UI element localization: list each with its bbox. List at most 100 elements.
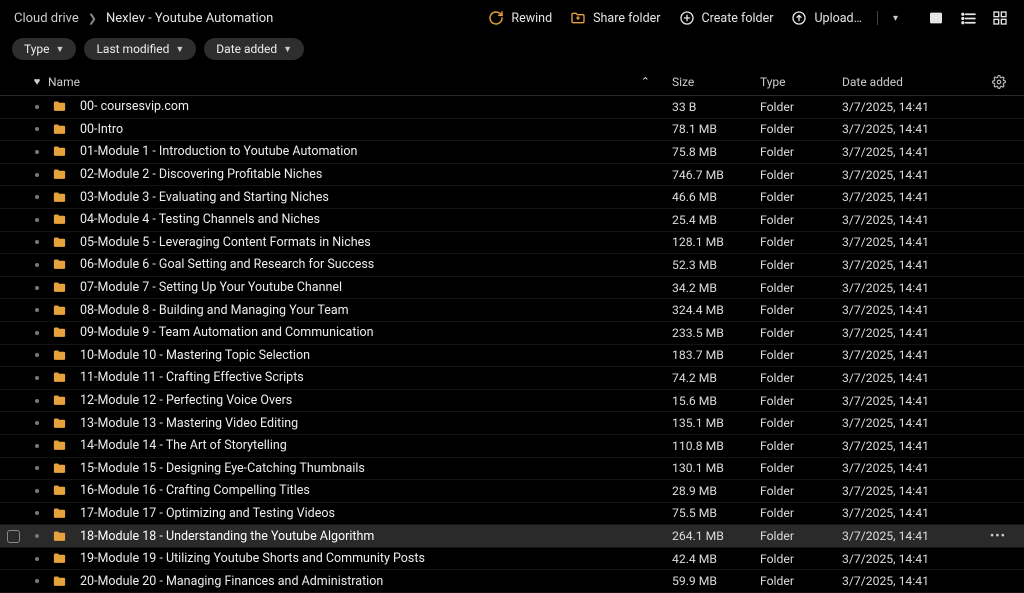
row-size: 34.2 MB	[672, 281, 760, 295]
date-column-header[interactable]: Date added	[842, 75, 990, 89]
favorite-dot[interactable]	[35, 150, 39, 154]
row-name: 13-Module 13 - Mastering Video Editing	[80, 416, 298, 431]
folder-icon	[48, 303, 70, 318]
favorite-dot[interactable]	[35, 421, 39, 425]
favorite-dot[interactable]	[35, 399, 39, 403]
row-name: 00- coursesvip.com	[80, 99, 189, 114]
favorite-dot[interactable]	[35, 286, 39, 290]
favorite-column[interactable]: ♥	[26, 75, 48, 88]
favorite-dot[interactable]	[35, 534, 39, 538]
filter-date-added-chip[interactable]: Date added ▼	[204, 38, 304, 60]
table-row[interactable]: 03-Module 3 - Evaluating and Starting Ni…	[0, 186, 1024, 209]
row-name: 17-Module 17 - Optimizing and Testing Vi…	[80, 506, 335, 521]
table-row[interactable]: 14-Module 14 - The Art of Storytelling11…	[0, 435, 1024, 458]
table-row[interactable]: 04-Module 4 - Testing Channels and Niche…	[0, 209, 1024, 232]
row-date: 3/7/2025, 14:41	[842, 168, 990, 182]
table-row[interactable]: 18-Module 18 - Understanding the Youtube…	[0, 525, 1024, 548]
row-type: Folder	[760, 145, 842, 159]
table-row[interactable]: 11-Module 11 - Crafting Effective Script…	[0, 367, 1024, 390]
favorite-dot[interactable]	[35, 466, 39, 470]
favorite-dot[interactable]	[35, 240, 39, 244]
folder-icon	[48, 212, 70, 227]
table-row[interactable]: 06-Module 6 - Goal Setting and Research …	[0, 254, 1024, 277]
favorite-dot[interactable]	[35, 579, 39, 583]
table-row[interactable]: 05-Module 5 - Leveraging Content Formats…	[0, 232, 1024, 255]
size-column-header[interactable]: Size	[672, 75, 760, 89]
row-date: 3/7/2025, 14:41	[842, 371, 990, 385]
row-name: 02-Module 2 - Discovering Profitable Nic…	[80, 167, 322, 182]
table-row[interactable]: 08-Module 8 - Building and Managing Your…	[0, 299, 1024, 322]
row-name: 06-Module 6 - Goal Setting and Research …	[80, 257, 374, 272]
rewind-button[interactable]: Rewind	[488, 10, 552, 26]
favorite-dot[interactable]	[35, 376, 39, 380]
type-column-header[interactable]: Type	[760, 75, 842, 89]
table-row[interactable]: 09-Module 9 - Team Automation and Commun…	[0, 322, 1024, 345]
heart-icon: ♥	[34, 75, 41, 88]
row-size: 25.4 MB	[672, 213, 760, 227]
row-type: Folder	[760, 303, 842, 317]
favorite-dot[interactable]	[35, 308, 39, 312]
row-name: 20-Module 20 - Managing Finances and Adm…	[80, 574, 383, 589]
table-row[interactable]: 00- coursesvip.com33 BFolder3/7/2025, 14…	[0, 96, 1024, 119]
table-row[interactable]: 15-Module 15 - Designing Eye-Catching Th…	[0, 458, 1024, 481]
favorite-dot[interactable]	[35, 489, 39, 493]
row-name: 01-Module 1 - Introduction to Youtube Au…	[80, 144, 357, 159]
row-name: 03-Module 3 - Evaluating and Starting Ni…	[80, 190, 329, 205]
favorite-dot[interactable]	[35, 195, 39, 199]
settings-column[interactable]	[990, 75, 1006, 89]
row-type: Folder	[760, 484, 842, 498]
filter-last-modified-chip[interactable]: Last modified ▼	[84, 38, 196, 60]
row-date: 3/7/2025, 14:41	[842, 281, 990, 295]
table-row[interactable]: 00-Intro78.1 MBFolder3/7/2025, 14:41	[0, 119, 1024, 142]
breadcrumb-root[interactable]: Cloud drive	[14, 11, 79, 26]
folder-icon	[48, 235, 70, 250]
gallery-view-icon[interactable]	[926, 8, 946, 28]
row-name: 00-Intro	[80, 122, 123, 137]
table-row[interactable]: 07-Module 7 - Setting Up Your Youtube Ch…	[0, 277, 1024, 300]
favorite-dot[interactable]	[35, 173, 39, 177]
upload-icon	[791, 10, 807, 26]
favorite-dot[interactable]	[35, 127, 39, 131]
name-header-label: Name	[48, 75, 80, 89]
filter-type-chip[interactable]: Type ▼	[12, 38, 76, 60]
row-name: 15-Module 15 - Designing Eye-Catching Th…	[80, 461, 365, 476]
folder-icon	[48, 99, 70, 114]
row-checkbox[interactable]	[7, 530, 20, 543]
more-icon[interactable]: •••	[990, 530, 1006, 543]
table-row[interactable]: 20-Module 20 - Managing Finances and Adm…	[0, 570, 1024, 593]
favorite-dot[interactable]	[35, 353, 39, 357]
upload-button[interactable]: Upload… ▾	[791, 10, 898, 26]
grid-view-icon[interactable]	[990, 8, 1010, 28]
favorite-dot[interactable]	[35, 105, 39, 109]
favorite-dot[interactable]	[35, 331, 39, 335]
breadcrumb: Cloud drive ❯ Nexlev - Youtube Automatio…	[14, 11, 488, 26]
table-row[interactable]: 02-Module 2 - Discovering Profitable Nic…	[0, 164, 1024, 187]
create-folder-button[interactable]: Create folder	[679, 10, 774, 26]
favorite-dot[interactable]	[35, 444, 39, 448]
table-row[interactable]: 01-Module 1 - Introduction to Youtube Au…	[0, 141, 1024, 164]
list-view-icon[interactable]	[958, 8, 978, 28]
favorite-dot[interactable]	[35, 263, 39, 267]
row-type: Folder	[760, 281, 842, 295]
row-date: 3/7/2025, 14:41	[842, 303, 990, 317]
breadcrumb-current[interactable]: Nexlev - Youtube Automation	[106, 11, 273, 26]
table-row[interactable]: 17-Module 17 - Optimizing and Testing Vi…	[0, 503, 1024, 526]
table-row[interactable]: 16-Module 16 - Crafting Compelling Title…	[0, 480, 1024, 503]
share-folder-button[interactable]: Share folder	[570, 10, 660, 26]
folder-icon	[48, 483, 70, 498]
folder-icon	[48, 416, 70, 431]
folder-icon	[48, 438, 70, 453]
folder-icon	[48, 461, 70, 476]
row-type: Folder	[760, 100, 842, 114]
favorite-dot[interactable]	[35, 511, 39, 515]
row-type: Folder	[760, 552, 842, 566]
favorite-dot[interactable]	[35, 218, 39, 222]
table-row[interactable]: 12-Module 12 - Perfecting Voice Overs15.…	[0, 390, 1024, 413]
share-folder-label: Share folder	[593, 11, 660, 26]
favorite-dot[interactable]	[35, 557, 39, 561]
table-row[interactable]: 10-Module 10 - Mastering Topic Selection…	[0, 345, 1024, 368]
chevron-down-icon[interactable]: ▾	[893, 13, 898, 24]
name-column-header[interactable]: Name ⌃	[48, 75, 672, 89]
table-row[interactable]: 19-Module 19 - Utilizing Youtube Shorts …	[0, 548, 1024, 571]
table-row[interactable]: 13-Module 13 - Mastering Video Editing13…	[0, 412, 1024, 435]
